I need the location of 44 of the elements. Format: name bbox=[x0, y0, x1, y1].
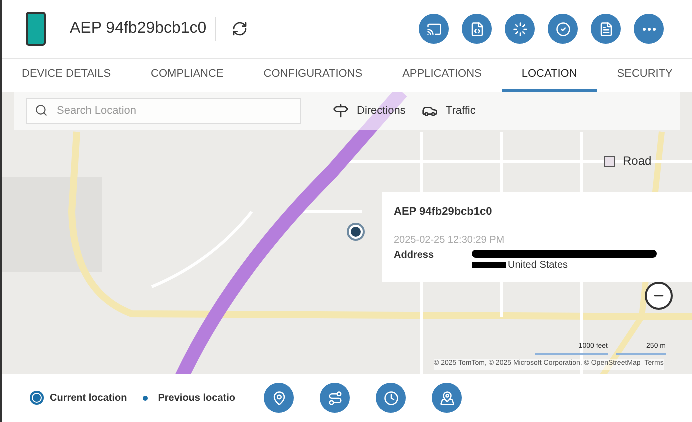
file-code-icon bbox=[470, 22, 484, 36]
legend-label: Current location bbox=[50, 392, 128, 406]
route-button[interactable] bbox=[320, 383, 350, 413]
signpost-icon bbox=[333, 103, 349, 119]
document-button[interactable] bbox=[591, 14, 621, 44]
loader-button[interactable] bbox=[505, 14, 535, 44]
map-pin-icon bbox=[272, 390, 286, 406]
location-pin-button[interactable] bbox=[432, 383, 462, 413]
refresh-icon bbox=[232, 21, 248, 37]
tab[interactable]: APPLICATIONS bbox=[382, 59, 502, 92]
tab[interactable]: DEVICE DETAILS bbox=[2, 59, 132, 92]
popup-time: 2025-02-25 12:30:29 PM bbox=[394, 234, 506, 248]
directions-button[interactable]: Directions bbox=[333, 102, 406, 120]
popup-title: AEP 94fb29bcb1c0 bbox=[394, 205, 494, 220]
address-text: United States bbox=[508, 258, 568, 272]
cast-button[interactable] bbox=[419, 14, 449, 44]
loader-icon bbox=[512, 22, 528, 36]
current-location-icon bbox=[30, 391, 44, 405]
clock-button[interactable] bbox=[376, 383, 406, 413]
device-title: AEP 94fb29bcb1c0 bbox=[70, 17, 216, 41]
phone-icon bbox=[26, 12, 46, 46]
document-icon bbox=[598, 22, 614, 36]
check-circle-button[interactable] bbox=[548, 14, 578, 44]
search-icon bbox=[35, 104, 48, 117]
cast-icon bbox=[426, 22, 442, 36]
search-field[interactable]: Search Location bbox=[26, 98, 301, 124]
route-icon bbox=[328, 390, 342, 406]
check-circle-icon bbox=[556, 22, 570, 36]
map-style-label: Road bbox=[623, 153, 652, 170]
tab[interactable]: COMPLIANCE bbox=[131, 59, 244, 92]
tab[interactable]: SECURITY bbox=[597, 59, 692, 92]
file-code-button[interactable] bbox=[462, 14, 492, 44]
redaction-mark bbox=[472, 262, 506, 268]
location-pin-icon bbox=[440, 390, 454, 406]
clock-icon bbox=[384, 390, 398, 406]
map-pin-button[interactable] bbox=[264, 383, 294, 413]
more-button[interactable] bbox=[634, 14, 664, 44]
traffic-button[interactable]: Traffic bbox=[422, 102, 476, 120]
map-style-icon bbox=[604, 156, 615, 166]
tab[interactable]: CONFIGURATIONS bbox=[244, 59, 383, 92]
previous-location-icon bbox=[143, 396, 148, 400]
address-label: Address bbox=[394, 248, 434, 262]
more-icon bbox=[642, 28, 656, 30]
legend-label: Previous locatio bbox=[158, 392, 236, 406]
